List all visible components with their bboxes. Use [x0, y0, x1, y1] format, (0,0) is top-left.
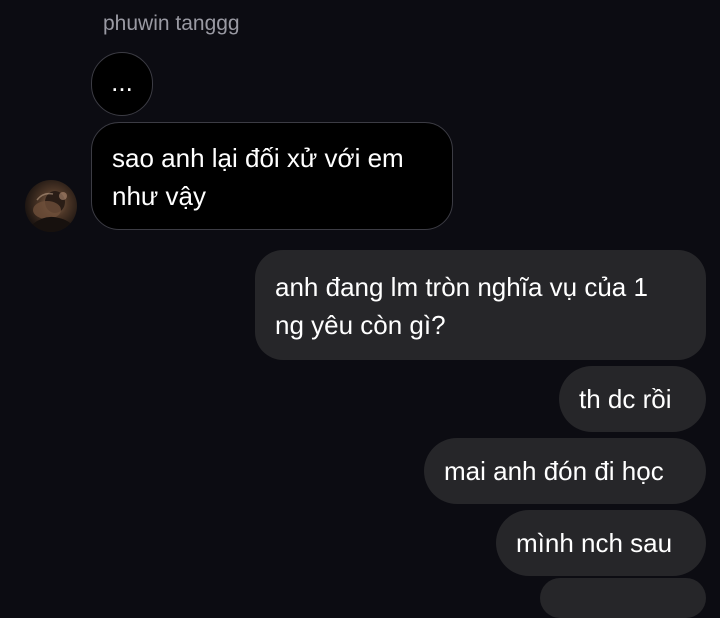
message-text: th dc rồi: [579, 384, 672, 414]
typing-text: ...: [111, 67, 133, 97]
message-text: mai anh đón đi học: [444, 456, 664, 486]
message-line: anh đang lm tròn nghĩa vụ của 1: [275, 272, 648, 302]
sender-name[interactable]: phuwin tanggg: [103, 12, 240, 36]
outgoing-message[interactable]: th dc rồi: [559, 366, 706, 432]
outgoing-message[interactable]: anh đang lm tròn nghĩa vụ của 1 ng yêu c…: [255, 250, 706, 360]
outgoing-message[interactable]: mai anh đón đi học: [424, 438, 706, 504]
outgoing-message-partial[interactable]: [540, 578, 706, 618]
message-line: như vậy: [112, 181, 207, 211]
outgoing-message[interactable]: mình nch sau: [496, 510, 706, 576]
sender-avatar[interactable]: [25, 180, 77, 232]
incoming-message[interactable]: sao anh lại đối xử với em như vậy: [91, 122, 453, 230]
message-line: ng yêu còn gì?: [275, 310, 446, 340]
incoming-message-typing[interactable]: ...: [91, 52, 153, 116]
message-line: sao anh lại đối xử với em: [112, 143, 404, 173]
message-text: mình nch sau: [516, 528, 673, 558]
avatar-photo-icon: [29, 191, 75, 232]
